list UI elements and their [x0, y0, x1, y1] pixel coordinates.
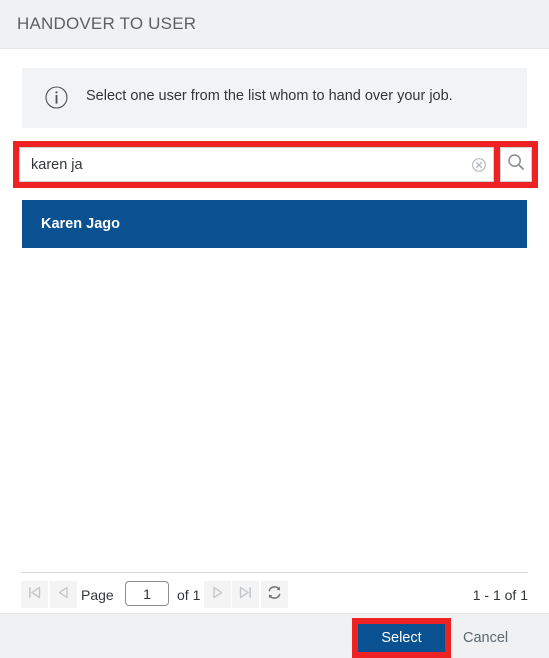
select-button[interactable]: Select: [358, 624, 445, 652]
refresh-button[interactable]: [261, 581, 288, 608]
search-button[interactable]: [500, 147, 532, 182]
last-page-icon: [238, 585, 253, 605]
magnifier-icon: [507, 153, 525, 176]
dialog-header: HANDOVER TO USER: [0, 0, 549, 49]
info-circle-icon: [45, 86, 68, 109]
last-page-button[interactable]: [232, 581, 259, 608]
next-page-icon: [210, 585, 225, 605]
info-message-text: Select one user from the list whom to ha…: [86, 88, 453, 104]
list-item[interactable]: Karen Jago: [22, 200, 527, 248]
user-result-list[interactable]: Karen Jago: [22, 200, 527, 570]
page-title: HANDOVER TO USER: [17, 14, 197, 33]
pager-divider: [21, 572, 528, 573]
pagination-bar: Page of 1 1 - 1 of 1: [21, 578, 528, 612]
page-label: Page: [81, 587, 114, 603]
next-page-button[interactable]: [204, 581, 231, 608]
page-total-label: of 1: [177, 587, 201, 603]
list-item-label: Karen Jago: [41, 216, 120, 232]
previous-page-icon: [56, 585, 71, 605]
clear-circle-icon[interactable]: [472, 158, 486, 172]
cancel-button[interactable]: Cancel: [463, 624, 537, 652]
previous-page-button[interactable]: [50, 581, 77, 608]
first-page-icon: [27, 585, 42, 605]
first-page-button[interactable]: [21, 581, 48, 608]
page-number-input[interactable]: [125, 581, 169, 606]
refresh-icon: [266, 584, 283, 606]
search-input[interactable]: [20, 148, 460, 181]
info-message-strip: Select one user from the list whom to ha…: [22, 68, 527, 128]
search-field-wrapper[interactable]: [19, 147, 494, 182]
result-count-label: 1 - 1 of 1: [472, 587, 528, 603]
